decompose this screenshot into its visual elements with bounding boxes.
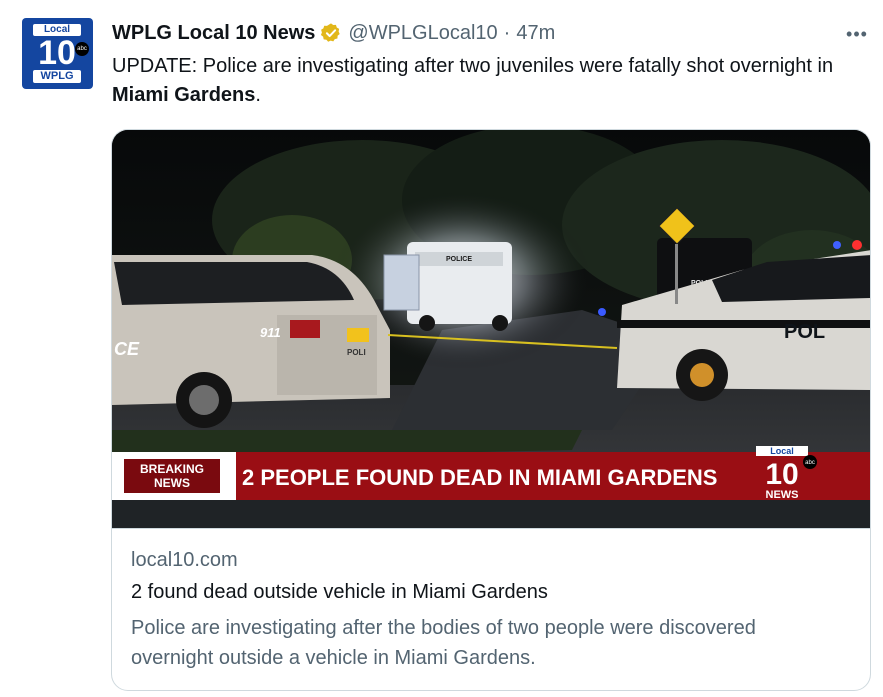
news-scene-image: POLICE 911 POLI CE POLICE POL [112, 130, 870, 528]
news-video-thumbnail[interactable]: POLICE 911 POLI CE POLICE POL [112, 130, 870, 528]
news-headline-banner: 2 PEOPLE FOUND DEAD IN MIAMI GARDENS [242, 465, 717, 490]
tweet-text-body: UPDATE: Police are investigating after t… [112, 55, 834, 77]
avatar-station-label: WPLG [33, 70, 81, 83]
account-handle[interactable]: @WPLGLocal10 [348, 22, 497, 45]
card-meta[interactable]: local10.com 2 found dead outside vehicle… [112, 528, 870, 690]
tweet-text-end: . [255, 84, 261, 106]
link-preview-card[interactable]: POLICE 911 POLI CE POLICE POL [111, 129, 871, 691]
tweet-header: WPLG Local 10 News @WPLGLocal10 · 47m [112, 20, 555, 46]
tweet-text-location: Miami Gardens [112, 84, 256, 106]
logo-number: 10 [765, 458, 798, 491]
header-separator: · [503, 21, 511, 44]
left-car-side-text: POLI [347, 348, 366, 357]
left-car-door-text: CE [114, 339, 140, 359]
card-description: Police are investigating after the bodie… [131, 617, 756, 669]
display-name[interactable]: WPLG Local 10 News [112, 22, 315, 45]
verified-badge-icon[interactable] [320, 22, 342, 44]
avatar-network-label: abc [75, 42, 89, 56]
tweet-text: UPDATE: Police are investigating after t… [112, 52, 852, 110]
tweet-timestamp[interactable]: 47m [516, 22, 555, 45]
breaking-news-line2: NEWS [154, 476, 190, 490]
logo-network: abc [805, 460, 815, 466]
card-title: 2 found dead outside vehicle in Miami Ga… [131, 581, 548, 603]
card-domain: local10.com [131, 549, 238, 571]
logo-news-text: NEWS [766, 489, 799, 501]
account-avatar[interactable]: Local 10 abc WPLG [22, 18, 93, 89]
breaking-news-line1: BREAKING [140, 462, 204, 476]
logo-local-text: Local [770, 446, 794, 456]
right-car-police-text: POL [784, 321, 825, 343]
van-police-text: POLICE [446, 256, 472, 263]
avatar-number: 10 [38, 34, 76, 72]
left-car-unit-number: 911 [260, 325, 281, 340]
more-options-icon[interactable]: ••• [842, 22, 872, 46]
